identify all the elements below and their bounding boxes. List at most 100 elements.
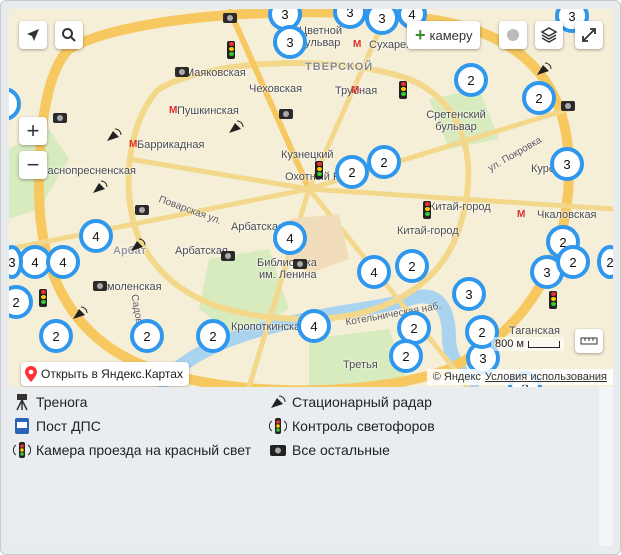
radar-icon[interactable] (227, 119, 245, 135)
metro-icon: М (517, 209, 526, 220)
place-label: Сретенский бульвар (426, 109, 486, 133)
traffic-light-icon[interactable] (227, 41, 235, 59)
metro-icon: М (353, 39, 362, 50)
locate-button[interactable] (19, 21, 47, 49)
camera-icon[interactable] (221, 251, 235, 261)
legend-label: Тренога (36, 394, 88, 410)
cluster-marker[interactable]: 2 (522, 81, 556, 115)
legend-label: Камера проезда на красный свет (36, 442, 252, 458)
metro-icon: М (351, 85, 360, 96)
place-label: Библиотека (257, 257, 317, 269)
cluster-marker[interactable]: 4 (297, 309, 331, 343)
metro-icon: М (129, 139, 138, 150)
radar-icon[interactable] (71, 305, 89, 321)
cluster-marker[interactable]: 4 (357, 255, 391, 289)
legend-label: Контроль светофоров (292, 418, 435, 434)
cluster-marker[interactable]: 3 (273, 25, 307, 59)
place-label: Кузнецкий (281, 149, 334, 161)
traffic-light-icon[interactable] (399, 81, 407, 99)
traffic-light-icon[interactable] (39, 289, 47, 307)
cluster-marker[interactable]: 3 (452, 277, 486, 311)
ruler-icon (580, 337, 598, 345)
add-camera-button[interactable]: + камеру (407, 21, 481, 49)
camera-icon (269, 441, 287, 459)
fullscreen-button[interactable] (575, 21, 603, 49)
scale-bar: 800 м (491, 337, 564, 351)
traffic-light-icon[interactable] (315, 161, 323, 179)
zoom-out-button[interactable]: − (19, 151, 47, 179)
location-arrow-icon (27, 29, 39, 41)
place-label: Арбатская (175, 245, 228, 257)
camera-icon[interactable] (53, 113, 67, 123)
map-area[interactable]: Маяковская Чеховская Тверской Трубная Пу… (9, 9, 613, 387)
scale-label: 800 м (495, 338, 524, 350)
search-button[interactable] (55, 21, 83, 49)
place-label: Третья (343, 359, 378, 371)
cluster-marker[interactable]: 2 (389, 339, 423, 373)
radar-icon[interactable] (91, 179, 109, 195)
legend-item-tripod: Тренога (13, 393, 87, 411)
map-copyright: © Яндекс Условия использования (426, 369, 613, 385)
radar-icon[interactable] (129, 237, 147, 253)
zoom-in-button[interactable]: + (19, 117, 47, 145)
layers-button[interactable] (535, 21, 563, 49)
camera-icon[interactable] (93, 281, 107, 291)
cluster-marker[interactable]: 2 (454, 63, 488, 97)
plus-icon: + (415, 24, 426, 45)
cluster-marker[interactable]: 2 (130, 319, 164, 353)
open-in-yandex-maps-label: Открыть в Яндекс.Картах (41, 367, 183, 381)
legend-label: Стационарный радар (292, 394, 432, 410)
scale-ruler (527, 340, 560, 348)
layers-icon (540, 27, 558, 43)
ruler-button[interactable] (575, 329, 603, 353)
cluster-marker[interactable]: 4 (79, 219, 113, 253)
place-label: Китай-город (397, 225, 459, 237)
map-pin-icon (25, 366, 37, 382)
camera-icon[interactable] (561, 101, 575, 111)
camera-icon[interactable] (135, 205, 149, 215)
traffic-light-icon[interactable] (549, 291, 557, 309)
camera-icon[interactable] (223, 13, 237, 23)
metro-icon: М (169, 105, 178, 116)
place-label: Чеховская (249, 83, 303, 95)
legend-item-dps: Пост ДПС (13, 417, 101, 435)
cluster-marker[interactable]: 2 (367, 145, 401, 179)
place-label: Чкаловская (537, 209, 597, 221)
place-label: Таганская (509, 325, 560, 337)
police-post-icon (13, 417, 31, 435)
camera-icon[interactable] (175, 67, 189, 77)
place-label: Баррикадная (137, 139, 205, 151)
plus-icon: + (26, 118, 40, 143)
add-camera-label: камеру (429, 27, 473, 43)
cluster-marker[interactable]: 3 (550, 147, 584, 181)
traffic-light-icon[interactable] (423, 201, 431, 219)
traffic-light-icon (269, 417, 287, 435)
traffic-icon (507, 29, 519, 41)
red-light-camera-icon (13, 441, 31, 459)
legend-item-traffic-control: Контроль светофоров (269, 417, 435, 435)
camera-icon[interactable] (293, 259, 307, 269)
place-label: Смоленская (99, 281, 162, 293)
place-label: Маяковская (185, 67, 246, 79)
radar-icon[interactable] (105, 127, 123, 143)
place-label: Пушкинская (177, 105, 239, 117)
radar-icon[interactable] (535, 61, 553, 77)
cluster-marker[interactable]: 4 (46, 245, 80, 279)
minus-icon: − (26, 152, 40, 177)
legend-item-radar: Стационарный радар (269, 393, 432, 411)
legend-label: Все остальные (292, 442, 390, 458)
camera-icon[interactable] (279, 109, 293, 119)
cluster-marker[interactable]: 2 (196, 319, 230, 353)
map-widget: Маяковская Чеховская Тверской Трубная Пу… (0, 0, 621, 555)
open-in-yandex-maps-link[interactable]: Открыть в Яндекс.Картах (21, 362, 189, 386)
cluster-marker[interactable]: 4 (273, 221, 307, 255)
terms-of-use-link[interactable]: Условия использования (485, 371, 607, 383)
copyright-text: © Яндекс (432, 371, 481, 383)
cluster-marker[interactable]: 2 (335, 155, 369, 189)
cluster-marker[interactable]: 2 (395, 249, 429, 283)
traffic-toggle-button[interactable] (499, 21, 527, 49)
legend-item-red-light: Камера проезда на красный свет (13, 441, 251, 459)
legend: Тренога Пост ДПС Камера проезда на красн… (9, 387, 599, 546)
cluster-marker[interactable]: 2 (39, 319, 73, 353)
cluster-marker[interactable]: 2 (556, 245, 590, 279)
